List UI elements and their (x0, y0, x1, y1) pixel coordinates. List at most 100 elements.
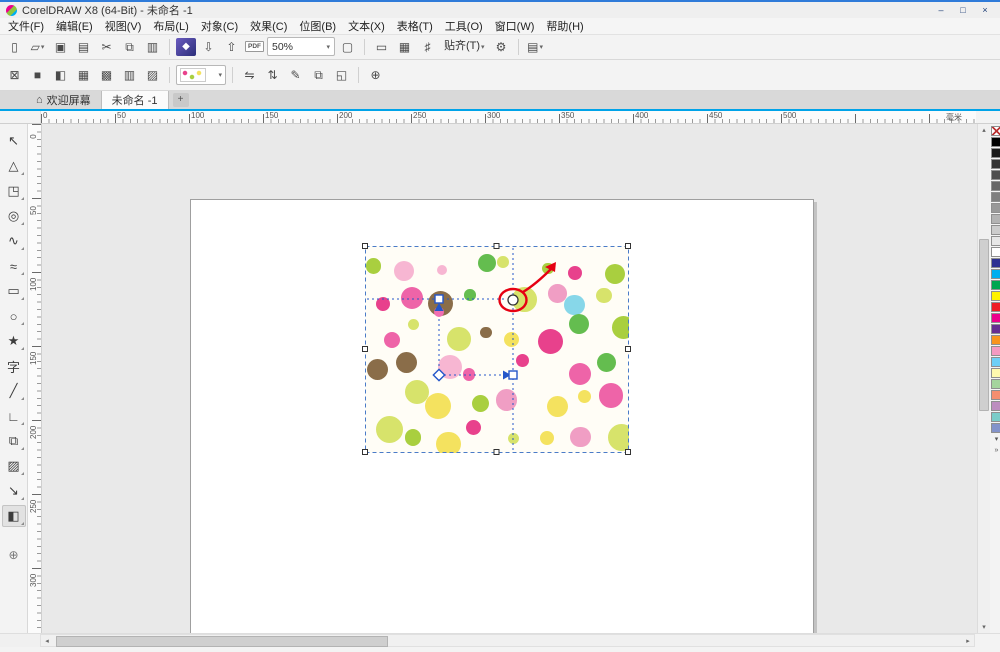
palette-scroll-down-button[interactable]: ▾ (991, 434, 1000, 444)
export-button[interactable]: ⇧ (221, 37, 242, 57)
crop-tool[interactable]: ◳ (2, 180, 26, 202)
color-swatch[interactable] (991, 412, 1000, 422)
show-grid-button[interactable]: ▦ (394, 37, 415, 57)
edit-fill-button[interactable]: ✎ (285, 65, 306, 85)
scroll-left-button[interactable]: ◂ (41, 635, 53, 646)
color-swatch[interactable] (991, 181, 1000, 191)
dropdown-caret-icon[interactable]: ▾ (326, 43, 330, 51)
horizontal-scrollbar[interactable]: ◂ ▸ (40, 634, 975, 647)
color-swatch[interactable] (991, 280, 1000, 290)
color-swatch[interactable] (991, 192, 1000, 202)
color-swatch[interactable] (991, 401, 1000, 411)
mirror-fill-horizontally-button[interactable]: ⇋ (239, 65, 260, 85)
dropdown-caret-icon[interactable]: ▾ (218, 71, 222, 79)
search-content-button[interactable]: ◆ (176, 38, 196, 56)
save-document-button[interactable]: ▣ (50, 37, 71, 57)
color-swatch[interactable] (991, 247, 1000, 257)
color-swatch[interactable] (991, 357, 1000, 367)
scroll-up-button[interactable]: ▴ (978, 124, 990, 136)
fill-end-node-handle[interactable] (509, 371, 517, 379)
color-swatch[interactable] (991, 170, 1000, 180)
selection-handle-top-center[interactable] (494, 244, 499, 249)
color-swatch[interactable] (991, 225, 1000, 235)
ruler-origin-corner[interactable] (0, 111, 41, 124)
selection-handle-bottom-center[interactable] (494, 450, 499, 455)
drawing-canvas[interactable] (42, 124, 977, 633)
tab-untitled-document[interactable]: 未命名 -1 (102, 91, 169, 109)
palette-flyout-button[interactable]: » (991, 445, 1000, 455)
tab-welcome-screen[interactable]: ⌂ 欢迎屏幕 (26, 91, 102, 109)
rectangle-tool[interactable]: ▭ (2, 280, 26, 302)
selection-handle-middle-right[interactable] (626, 347, 631, 352)
fill-picker-button[interactable]: ▾ (176, 65, 226, 85)
selection-handle-top-left[interactable] (363, 244, 368, 249)
connector-tool[interactable]: ∟ (2, 405, 26, 427)
color-eyedropper-tool[interactable]: ↘ (2, 480, 26, 502)
pick-tool[interactable]: ↖ (2, 130, 26, 152)
color-swatch[interactable] (991, 236, 1000, 246)
transparency-tool[interactable]: ▨ (2, 455, 26, 477)
customize-property-bar-button[interactable]: ⊕ (365, 65, 386, 85)
color-swatch[interactable] (991, 148, 1000, 158)
artistic-media-tool[interactable]: ≈ (2, 255, 26, 277)
color-swatch[interactable] (991, 390, 1000, 400)
show-rulers-button[interactable]: ▭ (371, 37, 392, 57)
menu-text[interactable]: 文本(X) (342, 17, 391, 35)
color-swatch-none[interactable] (991, 126, 1000, 136)
menu-effects[interactable]: 效果(C) (244, 17, 293, 35)
color-swatch[interactable] (991, 258, 1000, 268)
paste-button[interactable]: ▥ (142, 37, 163, 57)
uniform-fill-button[interactable]: ■ (27, 65, 48, 85)
menu-table[interactable]: 表格(T) (391, 17, 439, 35)
menu-edit[interactable]: 编辑(E) (50, 17, 99, 35)
fill-rotation-handle[interactable] (508, 295, 518, 305)
zoom-level-button[interactable]: 50%▾ (267, 37, 335, 56)
no-fill-button[interactable]: ⊠ (4, 65, 25, 85)
interactive-fill-tool[interactable]: ◧ (2, 505, 26, 527)
fountain-fill-button[interactable]: ◧ (50, 65, 71, 85)
parallel-dimension-tool[interactable]: ╱ (2, 380, 26, 402)
mirror-fill-vertically-button[interactable]: ⇅ (262, 65, 283, 85)
menu-layout[interactable]: 布局(L) (147, 17, 194, 35)
cut-button[interactable]: ✂ (96, 37, 117, 57)
color-swatch[interactable] (991, 159, 1000, 169)
color-swatch[interactable] (991, 379, 1000, 389)
horizontal-ruler[interactable]: 毫米 050100150200250300350400450500 (41, 111, 976, 124)
copy-button[interactable]: ⧉ (119, 37, 140, 57)
minimize-button[interactable]: – (934, 4, 948, 16)
color-swatch[interactable] (991, 324, 1000, 334)
color-swatch[interactable] (991, 313, 1000, 323)
color-swatch[interactable] (991, 335, 1000, 345)
selection-handle-middle-left[interactable] (363, 347, 368, 352)
snap-to-button[interactable]: 贴齐(T)▾ (440, 37, 489, 57)
drop-shadow-tool[interactable]: ⧉ (2, 430, 26, 452)
freehand-tool[interactable]: ∿ (2, 230, 26, 252)
horizontal-scroll-thumb[interactable] (56, 636, 388, 647)
scroll-down-button[interactable]: ▾ (978, 621, 990, 633)
open-document-button[interactable]: ▱▾ (27, 37, 48, 57)
scroll-right-button[interactable]: ▸ (962, 635, 974, 646)
color-swatch[interactable] (991, 269, 1000, 279)
show-guidelines-button[interactable]: ♯ (417, 37, 438, 57)
color-swatch[interactable] (991, 346, 1000, 356)
shape-tool[interactable]: △ (2, 155, 26, 177)
menu-bitmaps[interactable]: 位图(B) (293, 17, 342, 35)
polygon-tool[interactable]: ★ (2, 330, 26, 352)
toolbox-customize-button[interactable]: ⊕ (2, 544, 26, 566)
color-swatch[interactable] (991, 214, 1000, 224)
selection-handle-bottom-right[interactable] (626, 450, 631, 455)
maximize-button[interactable]: □ (956, 4, 970, 16)
menu-window[interactable]: 窗口(W) (489, 17, 541, 35)
new-tab-button[interactable]: + (173, 93, 189, 107)
close-button[interactable]: × (978, 4, 992, 16)
menu-view[interactable]: 视图(V) (99, 17, 148, 35)
menu-help[interactable]: 帮助(H) (540, 17, 589, 35)
two-color-pattern-fill-button[interactable]: ▥ (119, 65, 140, 85)
ellipse-tool[interactable]: ○ (2, 305, 26, 327)
scale-fill-with-object-button[interactable]: ◱ (331, 65, 352, 85)
text-tool[interactable]: 字 (2, 355, 26, 377)
fill-skew-handle[interactable] (433, 370, 444, 381)
color-swatch[interactable] (991, 137, 1000, 147)
print-button[interactable]: ▤ (73, 37, 94, 57)
options-button[interactable]: ⚙ (491, 37, 512, 57)
